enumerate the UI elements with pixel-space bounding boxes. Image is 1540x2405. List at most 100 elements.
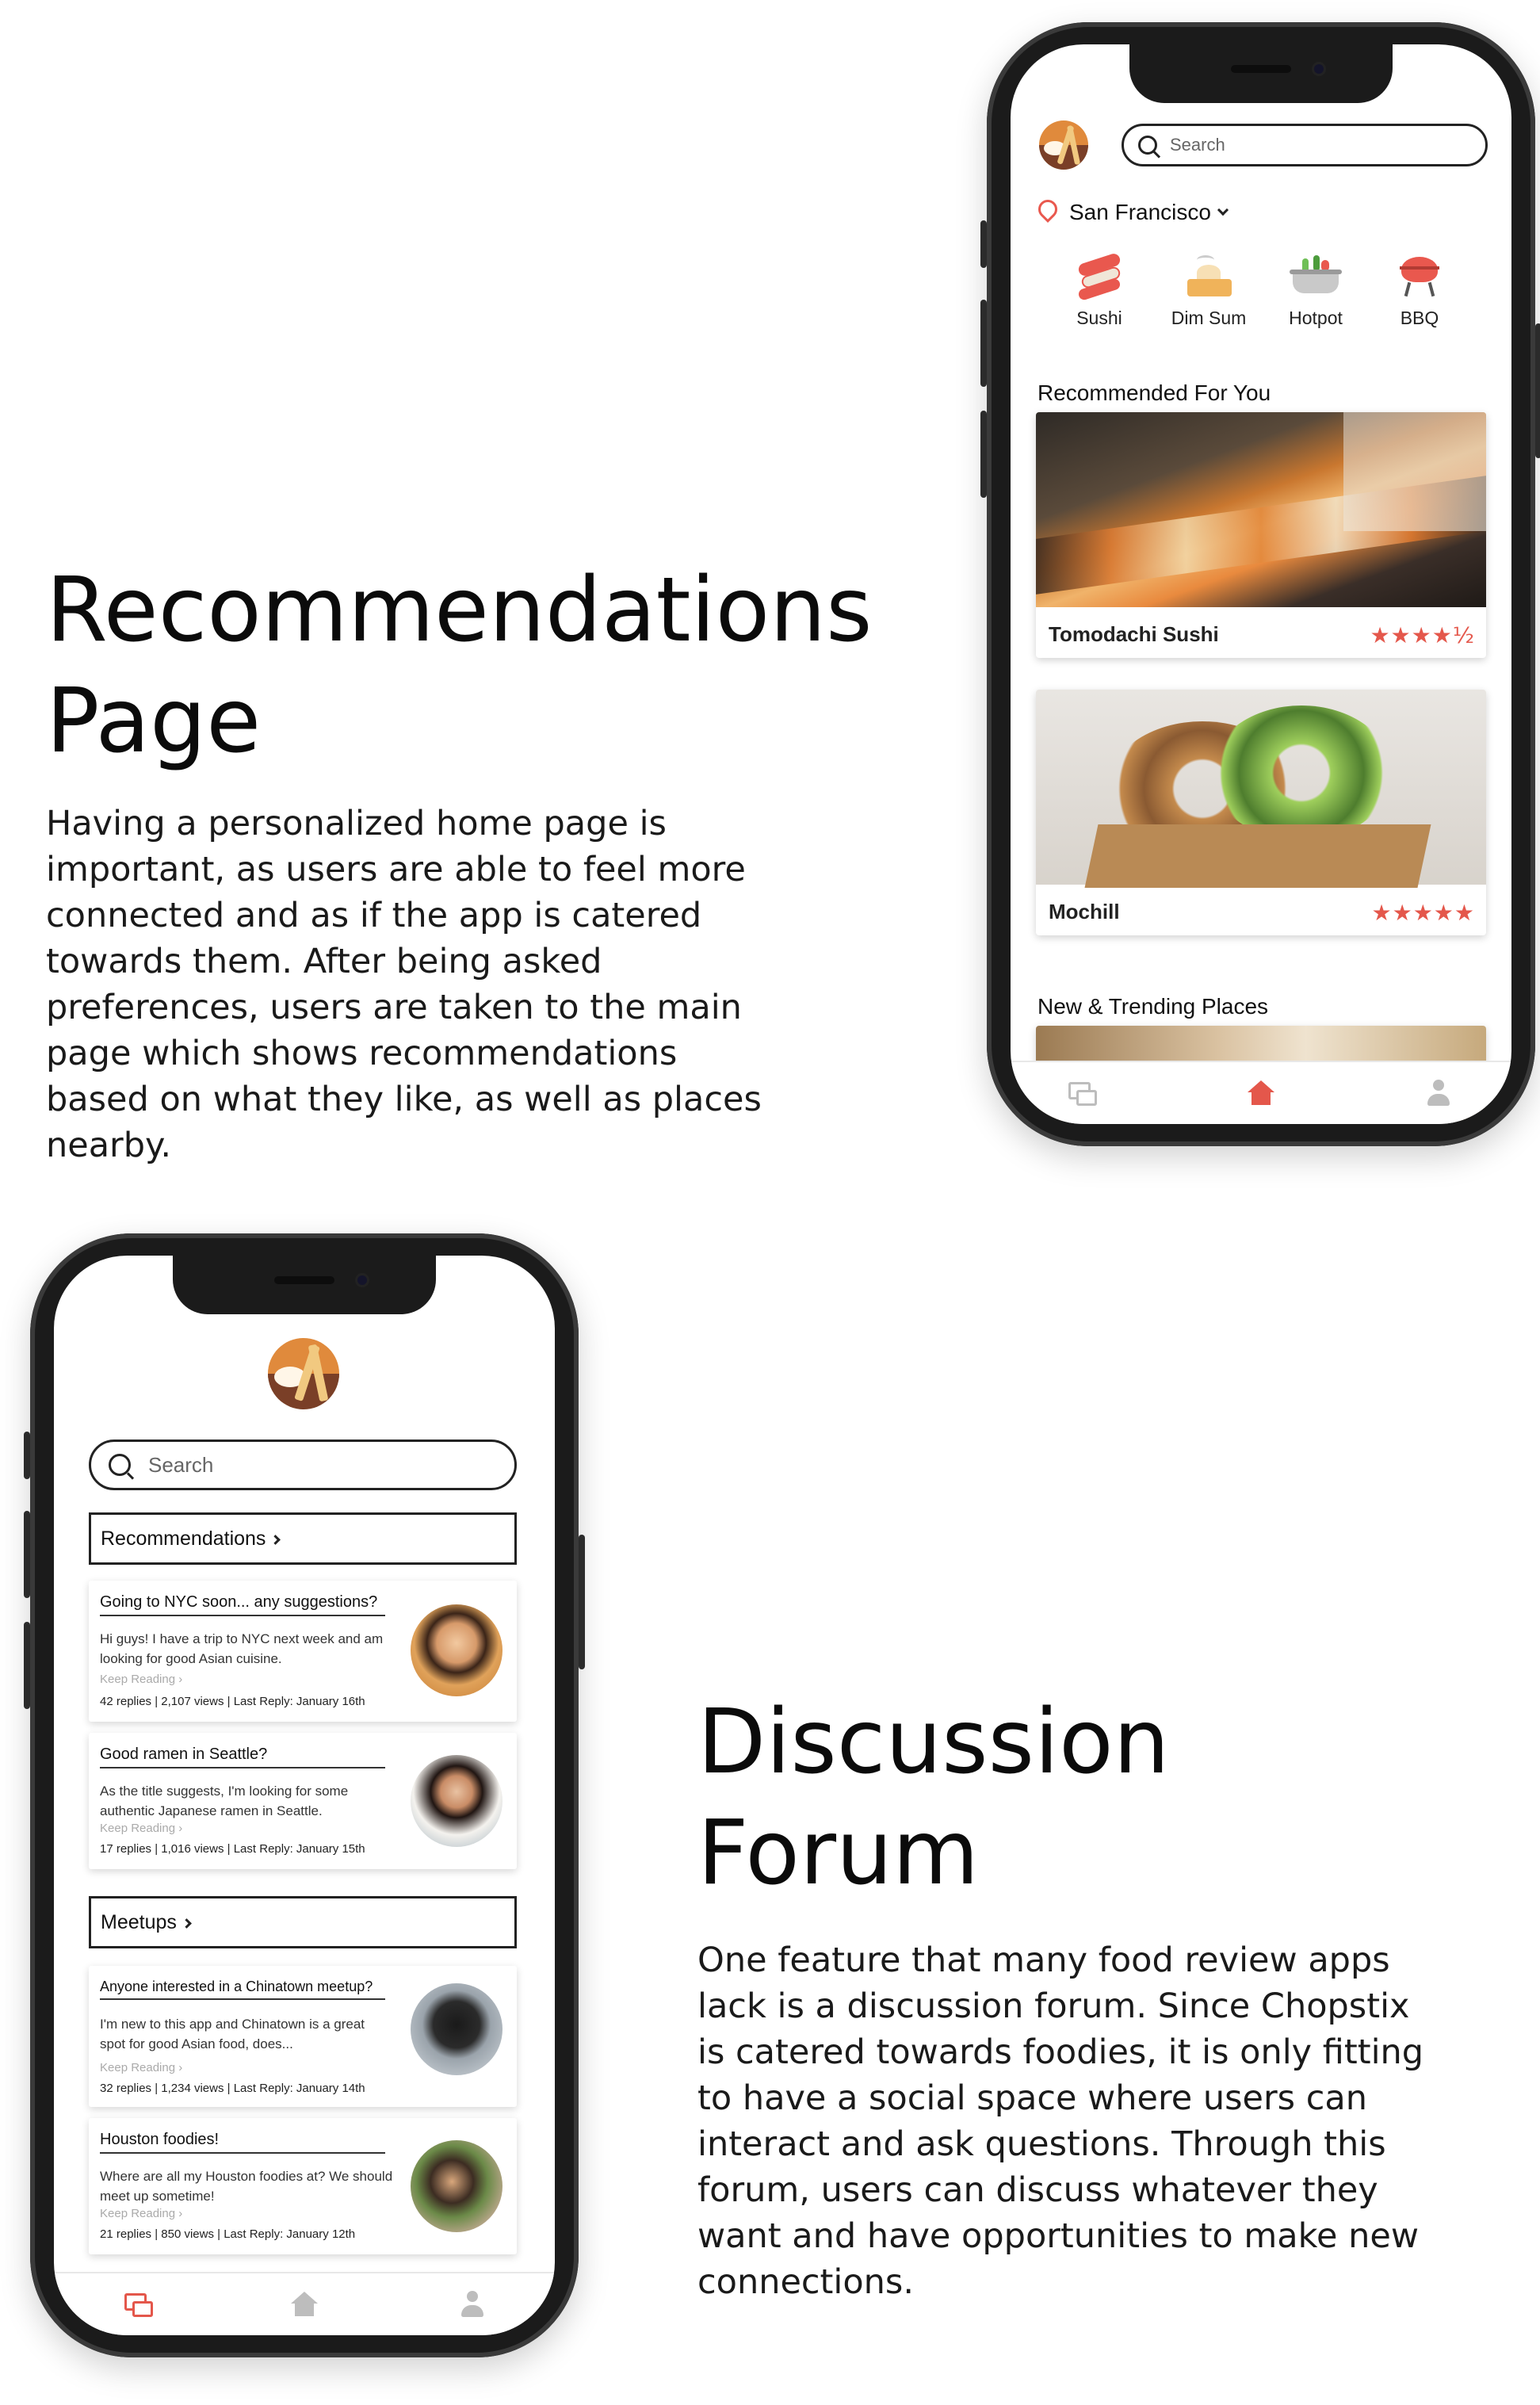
avatar (411, 1983, 503, 2075)
post-title[interactable]: Going to NYC soon... any suggestions? (100, 1593, 385, 1616)
user-icon (460, 2291, 484, 2318)
recommendations-category-link[interactable]: Recommendations (89, 1512, 517, 1565)
mochill-donut-photo (1036, 690, 1486, 888)
recommendations-label: Recommendations (101, 1527, 266, 1550)
home-icon (289, 2292, 319, 2317)
search-placeholder: Search (1170, 135, 1225, 155)
category-bbq-label: BBQ (1400, 308, 1439, 328)
post-excerpt: Hi guys! I have a trip to NYC next week … (100, 1631, 384, 1666)
tomodachi-sushi-photo (1036, 412, 1486, 607)
location-selector[interactable]: San Francisco (1037, 200, 1229, 225)
tab-forum[interactable] (1068, 1082, 1097, 1106)
home-phone-frame: Search San Francisco Sushi Dim Sum Hotpo… (980, 22, 1540, 1146)
trending-title: New & Trending Places (1037, 994, 1269, 1019)
avatar (411, 1755, 503, 1847)
avatar (411, 2140, 503, 2232)
mute-switch (980, 220, 987, 268)
forum-screen: Search Recommendations Going to NYC soon… (54, 1256, 555, 2335)
bottom-tab-bar (54, 2272, 555, 2335)
hotpot-icon (1290, 252, 1342, 300)
chevron-down-icon (1217, 204, 1229, 216)
recommended-title: Recommended For You (1037, 380, 1271, 405)
front-camera (355, 1273, 369, 1287)
meetups-category-link[interactable]: Meetups (89, 1896, 517, 1948)
recommendations-heading-line2: Page (46, 670, 262, 773)
forum-heading-line2: Forum (697, 1802, 980, 1905)
post-stats: 21 replies | 850 views | Last Reply: Jan… (100, 2227, 356, 2241)
notch (1129, 44, 1393, 103)
category-hotpot[interactable]: Hotpot (1272, 252, 1359, 329)
power-button (1535, 323, 1540, 458)
speaker (274, 1276, 334, 1284)
forum-post[interactable]: Anyone interested in a Chinatown meetup?… (89, 1966, 517, 2107)
search-input[interactable]: Search (1122, 124, 1488, 166)
category-dim-sum[interactable]: Dim Sum (1161, 252, 1256, 329)
forum-heading-line1: Discussion (697, 1691, 1170, 1794)
restaurant-card-mochill[interactable]: Mochill ★★★★★ (1036, 690, 1486, 935)
meetups-label: Meetups (101, 1910, 177, 1933)
post-stats: 17 replies | 1,016 views | Last Reply: J… (100, 1842, 365, 1856)
post-title[interactable]: Anyone interested in a Chinatown meetup? (100, 1979, 385, 2000)
restaurant-card-tomodachi[interactable]: Tomodachi Sushi ★★★★½ (1036, 412, 1486, 658)
keep-reading-link[interactable]: Keep Reading › (100, 1673, 182, 1686)
search-icon (1138, 136, 1157, 155)
forum-post[interactable]: Going to NYC soon... any suggestions? Hi… (89, 1581, 517, 1722)
recommendations-heading: Recommendations Page (46, 555, 873, 777)
search-input[interactable]: Search (89, 1440, 517, 1490)
location-pin-icon (1037, 200, 1058, 225)
mute-switch (24, 1432, 30, 1479)
sushi-icon (1073, 252, 1125, 302)
volume-down-button (980, 411, 987, 498)
volume-down-button (24, 1622, 30, 1709)
search-placeholder: Search (148, 1452, 214, 1477)
keep-reading-link[interactable]: Keep Reading › (100, 1822, 182, 1835)
location-label: San Francisco (1069, 200, 1211, 224)
recommendations-heading-line1: Recommendations (46, 559, 873, 662)
category-dim-sum-label: Dim Sum (1171, 308, 1247, 328)
bottom-tab-bar (1011, 1061, 1511, 1124)
speaker (1231, 65, 1291, 73)
category-bbq[interactable]: BBQ (1380, 252, 1459, 329)
chat-icon (124, 2293, 153, 2317)
tab-profile[interactable] (460, 2291, 484, 2318)
post-title[interactable]: Good ramen in Seattle? (100, 1745, 385, 1768)
forum-heading: Discussion Forum (697, 1687, 1170, 1909)
forum-post[interactable]: Good ramen in Seattle? As the title sugg… (89, 1733, 517, 1869)
forum-phone-frame: Search Recommendations Going to NYC soon… (24, 1233, 585, 2357)
post-excerpt: As the title suggests, I'm looking for s… (100, 1784, 349, 1818)
tab-profile[interactable] (1427, 1080, 1450, 1107)
keep-reading-link[interactable]: Keep Reading › (100, 2061, 182, 2074)
volume-up-button (980, 300, 987, 387)
bbq-icon (1393, 252, 1446, 300)
rating-stars: ★★★★½ (1370, 622, 1475, 648)
category-sushi[interactable]: Sushi (1060, 252, 1139, 329)
chopstix-logo[interactable] (268, 1338, 339, 1409)
notch (173, 1256, 436, 1314)
recommendations-description: Having a personalized home page is impor… (46, 804, 762, 1166)
chopstix-logo[interactable] (1039, 120, 1088, 170)
user-icon (1427, 1080, 1450, 1107)
post-excerpt: Where are all my Houston foodies at? We … (100, 2169, 393, 2204)
home-icon (1246, 1080, 1276, 1106)
chevron-right-icon (270, 1534, 281, 1545)
rating-stars: ★★★★★ (1371, 900, 1475, 926)
search-icon (109, 1454, 131, 1476)
chat-icon (1068, 1082, 1097, 1106)
forum-description: One feature that many food review apps l… (697, 1940, 1424, 2303)
tab-forum[interactable] (124, 2293, 153, 2317)
front-camera (1312, 62, 1326, 76)
category-hotpot-label: Hotpot (1289, 308, 1343, 328)
post-title[interactable]: Houston foodies! (100, 2131, 385, 2154)
tab-home[interactable] (289, 2292, 319, 2317)
post-stats: 32 replies | 1,234 views | Last Reply: J… (100, 2082, 365, 2095)
post-stats: 42 replies | 2,107 views | Last Reply: J… (100, 1695, 365, 1708)
forum-post[interactable]: Houston foodies! Where are all my Housto… (89, 2118, 517, 2254)
home-screen: Search San Francisco Sushi Dim Sum Hotpo… (1011, 44, 1511, 1124)
power-button (579, 1535, 585, 1669)
tab-home[interactable] (1246, 1080, 1276, 1106)
restaurant-name: Tomodachi Sushi (1049, 622, 1219, 646)
dim-sum-icon (1183, 252, 1235, 300)
post-excerpt: I'm new to this app and Chinatown is a g… (100, 2017, 365, 2051)
avatar (411, 1604, 503, 1696)
keep-reading-link[interactable]: Keep Reading › (100, 2207, 182, 2220)
